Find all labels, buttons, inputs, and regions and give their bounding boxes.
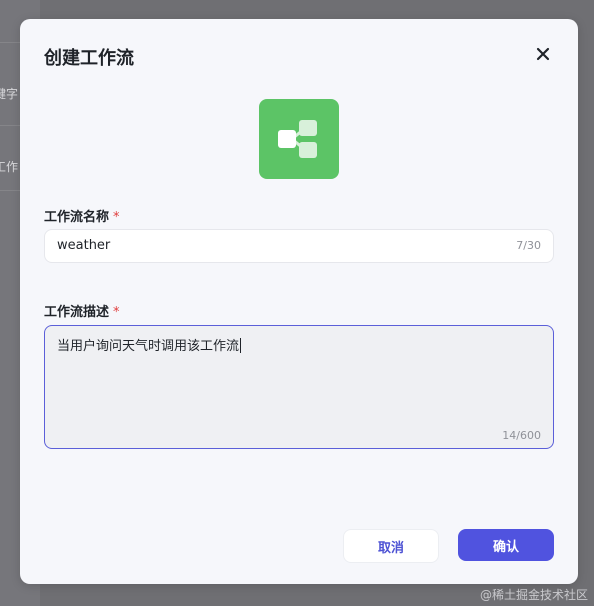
close-icon [536, 47, 550, 61]
workflow-name-value: weather [57, 238, 111, 253]
required-mark: * [113, 210, 120, 225]
workflow-description-textarea[interactable]: 当用户询问天气时调用该工作流 14/600 [44, 325, 554, 449]
description-text: 当用户询问天气时调用该工作流 [57, 339, 240, 354]
confirm-button[interactable]: 确认 [458, 529, 554, 561]
watermark: @稀土掘金技术社区 [479, 588, 588, 602]
background-text: 工作 [0, 160, 19, 174]
text-caret [240, 338, 242, 353]
workflow-icon [278, 120, 317, 158]
description-label-text: 工作流描述 [44, 305, 110, 320]
name-label: 工作流名称 * [44, 206, 120, 225]
cancel-button[interactable]: 取消 [343, 529, 439, 563]
create-workflow-dialog: 创建工作流 工作流名称 * weather 7/30 工作流描述 * 当用户询问天气… [20, 19, 578, 584]
name-label-text: 工作流名称 [44, 210, 110, 225]
background-text: 键字 [0, 87, 19, 101]
workflow-name-input[interactable]: weather 7/30 [44, 229, 554, 263]
workflow-description-value: 当用户询问天气时调用该工作流 [57, 335, 242, 354]
description-char-counter: 14/600 [502, 429, 541, 442]
dialog-title: 创建工作流 [44, 48, 134, 69]
description-label: 工作流描述 * [44, 301, 120, 320]
workflow-logo[interactable] [259, 99, 339, 179]
name-char-counter: 7/30 [516, 239, 541, 252]
close-button[interactable] [532, 43, 554, 65]
required-mark: * [113, 305, 120, 320]
